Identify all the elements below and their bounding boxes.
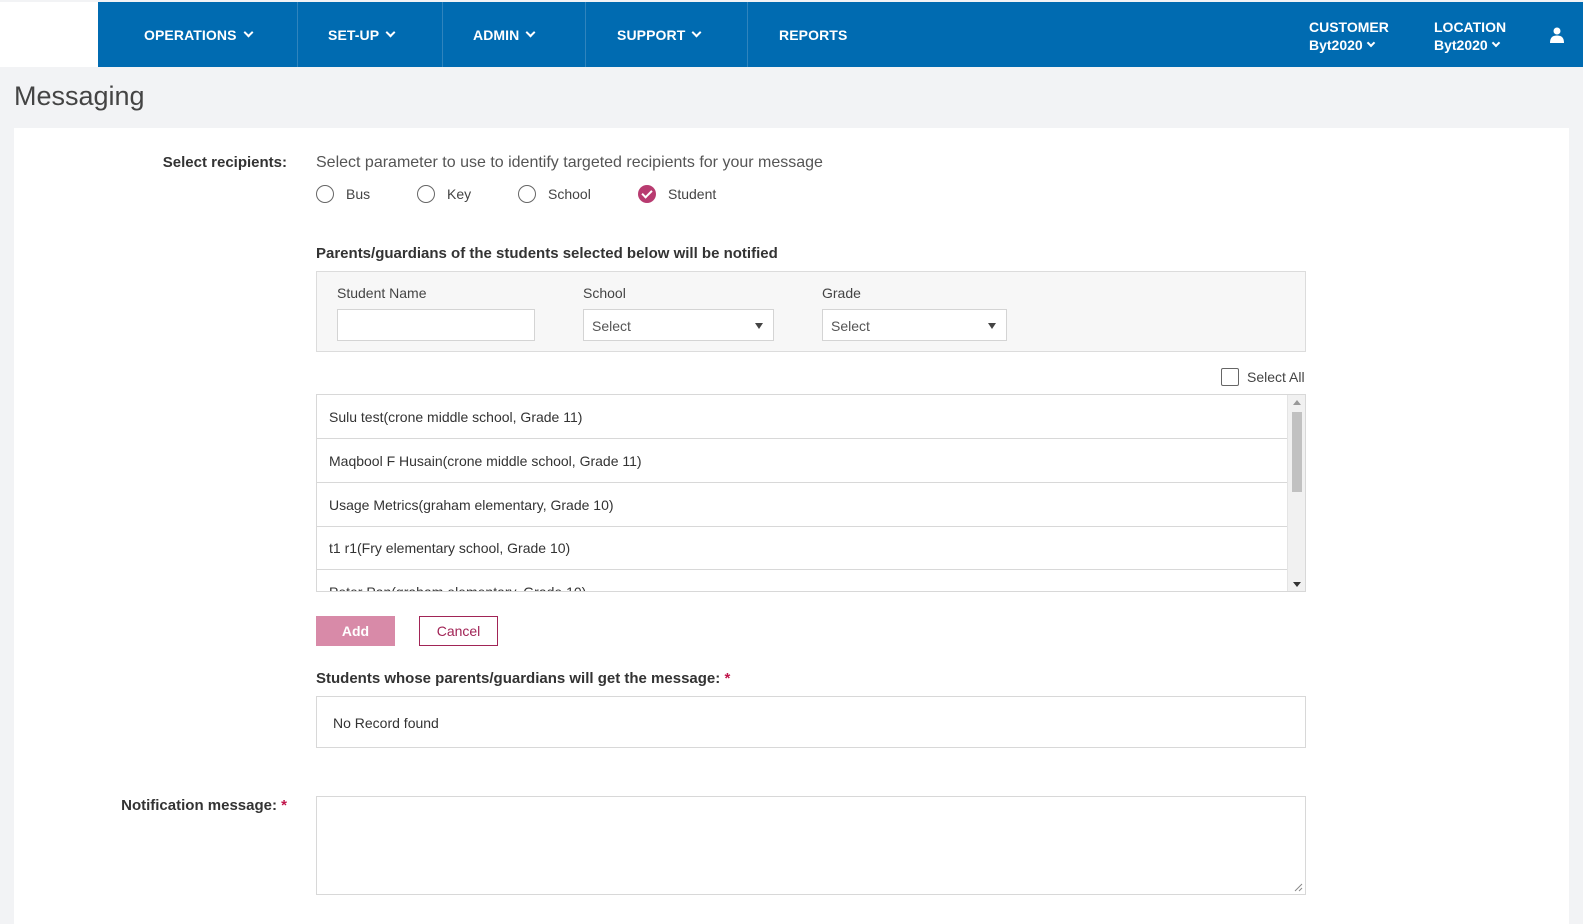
radio-student[interactable]: Student — [638, 185, 716, 203]
list-scrollbar[interactable] — [1287, 395, 1305, 591]
student-list-item[interactable]: Peter Pan(graham elementary, Grade 10) — [317, 570, 1288, 591]
cancel-button[interactable]: Cancel — [419, 616, 498, 646]
customer-label: CUSTOMER — [1309, 19, 1389, 35]
page-title: Messaging — [14, 81, 145, 111]
scroll-up-arrow-icon[interactable] — [1293, 400, 1301, 405]
required-mark: * — [724, 670, 731, 687]
nav-divider — [297, 2, 298, 67]
checkbox-icon — [1221, 368, 1239, 386]
radio-circle — [417, 185, 435, 203]
customer-value: Byt2020 — [1309, 37, 1363, 53]
chevron-down-icon — [1491, 38, 1500, 48]
select-all-checkbox[interactable]: Select All — [1221, 368, 1305, 386]
caret-down-icon — [988, 323, 996, 329]
student-name-input[interactable] — [337, 309, 535, 341]
chevron-down-icon — [1366, 38, 1375, 48]
user-icon[interactable] — [1550, 27, 1564, 43]
student-list-item[interactable]: Sulu test(crone middle school, Grade 11) — [317, 395, 1288, 439]
recipients-hint: Select parameter to use to identify targ… — [316, 154, 823, 171]
required-mark: * — [281, 797, 287, 814]
nav-divider — [747, 2, 748, 67]
student-list[interactable]: Sulu test(crone middle school, Grade 11)… — [316, 394, 1306, 592]
radio-student-label: Student — [668, 186, 717, 202]
grade-select-value: Select — [831, 318, 870, 334]
nav-operations[interactable]: OPERATIONS — [144, 2, 253, 67]
radio-school-label: School — [548, 186, 591, 202]
selected-students-title: Students whose parents/guardians will ge… — [316, 670, 730, 687]
nav-divider — [442, 2, 443, 67]
top-nav-bar: OPERATIONS SET-UP ADMIN SUPPORT REPORTS … — [0, 2, 1583, 67]
nav-admin-label: ADMIN — [473, 26, 520, 43]
selected-students-box: No Record found — [316, 696, 1306, 748]
caret-down-icon — [755, 323, 763, 329]
radio-key-label: Key — [447, 186, 472, 202]
radio-bus-label: Bus — [346, 186, 371, 202]
logo[interactable] — [0, 2, 98, 67]
nav-reports-label: REPORTS — [779, 26, 848, 43]
students-section-title: Parents/guardians of the students select… — [316, 245, 778, 262]
scroll-down-arrow-icon[interactable] — [1293, 582, 1301, 587]
school-select-value: Select — [592, 318, 631, 334]
nav-support[interactable]: SUPPORT — [617, 2, 702, 67]
radio-circle — [518, 185, 536, 203]
nav-operations-label: OPERATIONS — [144, 26, 237, 43]
student-list-item[interactable]: Maqbool F Husain(crone middle school, Gr… — [317, 439, 1288, 483]
chevron-down-icon — [385, 27, 396, 38]
notification-message-label-text: Notification message: — [121, 797, 277, 814]
radio-key[interactable]: Key — [417, 185, 471, 203]
student-list-item[interactable]: t1 r1(Fry elementary school, Grade 10) — [317, 526, 1288, 570]
nav-setup[interactable]: SET-UP — [328, 2, 396, 67]
location-value: Byt2020 — [1434, 37, 1488, 53]
student-list-item[interactable]: Usage Metrics(graham elementary, Grade 1… — [317, 483, 1288, 527]
no-record-text: No Record found — [333, 715, 439, 731]
chevron-down-icon — [243, 27, 253, 38]
notification-message-label: Notification message: * — [100, 797, 287, 814]
customer-selector[interactable]: CUSTOMER Byt2020 — [1309, 18, 1389, 54]
scrollbar-thumb[interactable] — [1292, 412, 1302, 492]
radio-checked-icon — [638, 185, 656, 203]
grade-filter-label: Grade — [822, 285, 861, 301]
chevron-down-icon — [525, 27, 536, 38]
nav-setup-label: SET-UP — [328, 26, 380, 43]
nav-admin[interactable]: ADMIN — [473, 2, 536, 67]
school-select[interactable]: Select — [583, 309, 774, 341]
nav-support-label: SUPPORT — [617, 26, 686, 43]
location-selector[interactable]: LOCATION Byt2020 — [1434, 18, 1506, 54]
school-filter-label: School — [583, 285, 626, 301]
select-recipients-label: Select recipients: — [162, 154, 287, 171]
add-button[interactable]: Add — [316, 616, 395, 646]
radio-school[interactable]: School — [518, 185, 591, 203]
radio-bus[interactable]: Bus — [316, 185, 370, 203]
radio-circle — [316, 185, 334, 203]
resize-handle-icon[interactable] — [1294, 883, 1303, 892]
select-all-label: Select All — [1247, 369, 1305, 385]
grade-select[interactable]: Select — [822, 309, 1007, 341]
nav-divider — [585, 2, 586, 67]
nav-reports[interactable]: REPORTS — [779, 2, 847, 67]
selected-students-title-text: Students whose parents/guardians will ge… — [316, 670, 721, 687]
location-label: LOCATION — [1434, 19, 1507, 35]
notification-message-textarea[interactable] — [316, 796, 1306, 895]
student-name-label: Student Name — [337, 285, 427, 301]
student-filter-box: Student Name School Select Grade Select — [316, 271, 1306, 352]
chevron-down-icon — [691, 27, 702, 38]
